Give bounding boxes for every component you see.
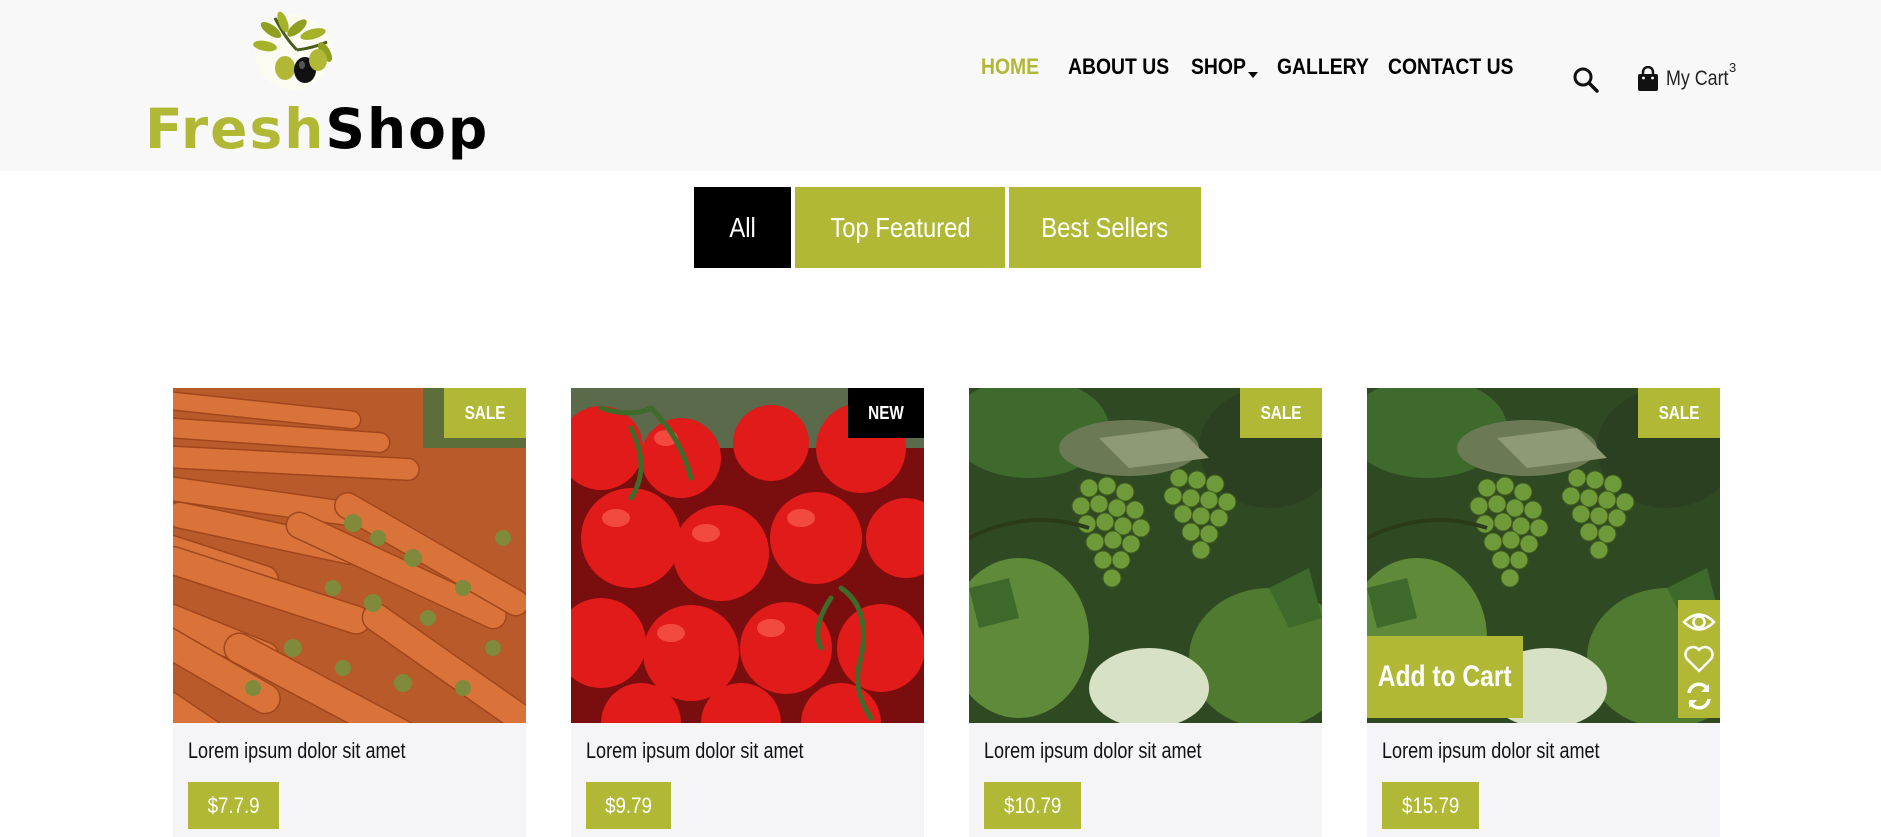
site-header: FreshShop HOME ABOUT US SHOP GALLERY CON…	[0, 0, 1881, 171]
product-title[interactable]: Lorem ipsum dolor sit amet	[984, 738, 1202, 764]
filter-top-featured-label: Top Featured	[829, 211, 971, 243]
product-card[interactable]: SALE Lorem ipsum dolor sit amet $10.79	[969, 388, 1322, 837]
product-title[interactable]: Lorem ipsum dolor sit amet	[188, 738, 406, 764]
filter-top-featured-button[interactable]: Top Featured	[795, 187, 1005, 268]
product-title[interactable]: Lorem ipsum dolor sit amet	[1382, 738, 1600, 764]
filter-best-sellers-button[interactable]: Best Sellers	[1009, 187, 1201, 268]
badge-label: SALE	[464, 402, 506, 423]
product-image-carrots[interactable]: SALE	[173, 388, 526, 723]
product-image-grapes[interactable]: SALE	[969, 388, 1322, 723]
logo-wordmark: FreshShop	[145, 102, 489, 157]
fresh-shop-logo[interactable]: FreshShop	[145, 8, 487, 163]
quick-view-button[interactable]	[1682, 605, 1716, 639]
search-button[interactable]	[1572, 66, 1600, 94]
product-card[interactable]: SALE Lorem ipsum dolor sit amet $7.7.9	[173, 388, 526, 837]
logo-fresh: Fresh	[145, 97, 326, 161]
badge-label: SALE	[1658, 402, 1700, 423]
caret-down-icon[interactable]	[1248, 72, 1258, 78]
nav-shop[interactable]: SHOP	[1191, 54, 1246, 80]
nav-home[interactable]: HOME	[981, 54, 1039, 80]
filter-best-sellers-label: Best Sellers	[1041, 211, 1169, 243]
cart-label: My Cart	[1666, 67, 1729, 90]
cart-count-badge: 3	[1729, 60, 1737, 75]
sale-badge: SALE	[443, 388, 526, 438]
price-tag: $10.79	[984, 782, 1082, 829]
filter-all-label: All	[729, 211, 756, 243]
product-card[interactable]: NEW Lorem ipsum dolor sit amet $9.79	[571, 388, 924, 837]
nav-contact-us[interactable]: CONTACT US	[1388, 54, 1513, 80]
olive-branch-icon	[253, 11, 332, 90]
price-tag: $7.7.9	[188, 782, 280, 829]
filter-all-button[interactable]: All	[694, 187, 791, 268]
logo-shop: Shop	[325, 97, 490, 161]
product-image-tomatoes[interactable]: NEW	[571, 388, 924, 723]
refresh-icon	[1687, 682, 1711, 710]
badge-label: SALE	[1260, 402, 1302, 423]
cart-button[interactable]: My Cart 3	[1637, 60, 1740, 94]
product-filter-tabs: All Top Featured Best Sellers	[694, 187, 1205, 268]
sale-badge: SALE	[1637, 388, 1720, 438]
price-value: $9.79	[605, 792, 652, 818]
new-badge: NEW	[848, 388, 924, 438]
price-tag: $9.79	[586, 782, 672, 829]
eye-icon	[1682, 613, 1716, 632]
heart-icon	[1684, 645, 1714, 673]
price-value: $15.79	[1402, 792, 1460, 818]
wishlist-button[interactable]	[1682, 642, 1716, 676]
product-card[interactable]: SALE Add to Cart Lorem ipsum dolor sit a…	[1367, 388, 1720, 837]
price-tag: $15.79	[1382, 782, 1480, 829]
product-image-grapes[interactable]: SALE Add to Cart	[1367, 388, 1720, 723]
product-actions	[1678, 600, 1720, 718]
nav-gallery[interactable]: GALLERY	[1277, 54, 1369, 80]
compare-button[interactable]	[1682, 679, 1716, 713]
product-title[interactable]: Lorem ipsum dolor sit amet	[586, 738, 804, 764]
shopping-bag-icon	[1638, 66, 1658, 91]
nav-about-us[interactable]: ABOUT US	[1068, 54, 1169, 80]
search-icon	[1573, 67, 1599, 93]
sale-badge: SALE	[1239, 388, 1322, 438]
badge-label: NEW	[868, 402, 904, 423]
add-to-cart-label: Add to Cart	[1378, 660, 1512, 693]
price-value: $7.7.9	[207, 792, 260, 818]
price-value: $10.79	[1004, 792, 1062, 818]
add-to-cart-button[interactable]: Add to Cart	[1367, 636, 1523, 718]
